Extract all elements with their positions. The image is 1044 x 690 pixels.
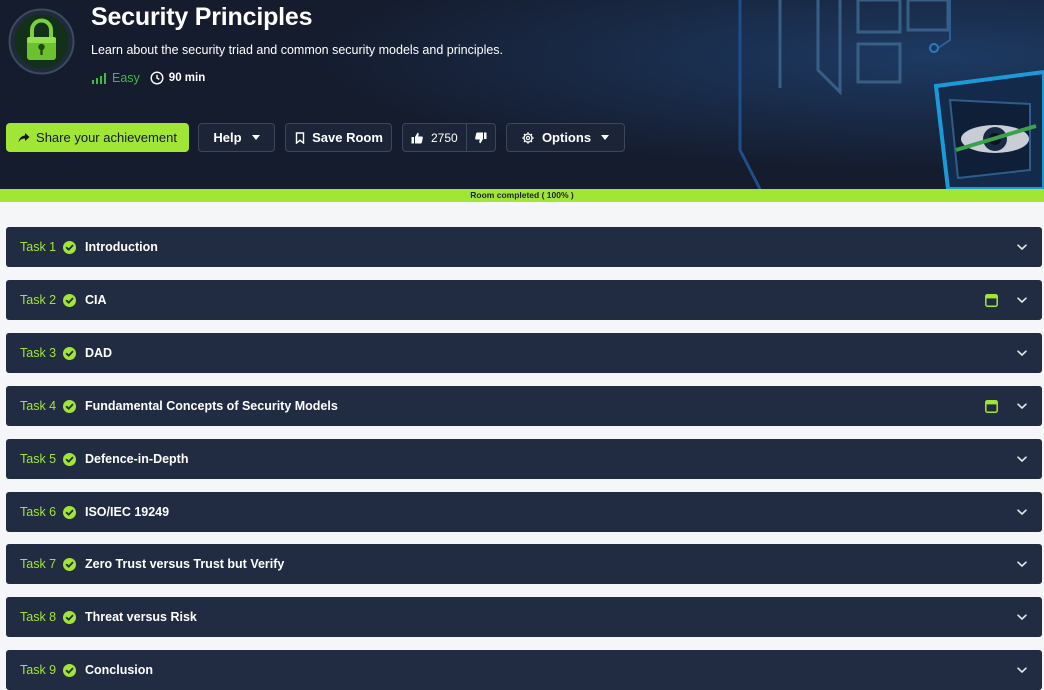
help-dropdown-button[interactable]: Help [198, 123, 275, 152]
task-title: DAD [85, 346, 113, 360]
task-number: Task 1 [20, 240, 57, 254]
room-progress-bar: Room completed ( 100% ) [0, 189, 1044, 202]
like-button[interactable]: 2750 [403, 124, 467, 151]
check-circle-icon [63, 346, 76, 360]
task-title: Threat versus Risk [85, 610, 197, 624]
task-number: Task 6 [20, 505, 57, 519]
share-achievement-label: Share your achievement [36, 130, 177, 145]
check-circle-icon [63, 293, 76, 307]
chevron-down-icon[interactable] [1016, 347, 1028, 359]
task-title: Introduction [85, 240, 158, 254]
thumbs-down-icon [474, 132, 487, 143]
options-label: Options [541, 130, 592, 145]
check-circle-icon [63, 663, 76, 677]
check-circle-icon [63, 240, 76, 254]
task-number: Task 4 [20, 399, 57, 413]
calculator-icon [985, 399, 998, 413]
difficulty-label: Easy [112, 71, 140, 85]
check-circle-icon [63, 399, 76, 413]
task-title: Zero Trust versus Trust but Verify [85, 557, 285, 571]
chevron-down-icon[interactable] [1016, 400, 1028, 412]
check-circle-icon [63, 610, 76, 624]
task-title: Conclusion [85, 663, 154, 677]
clock-icon [150, 71, 164, 85]
room-title: Security Principles [91, 3, 313, 31]
task-number: Task 8 [20, 610, 57, 624]
task-row[interactable]: Task 2 CIA [6, 280, 1042, 320]
vote-group: 2750 [402, 123, 496, 152]
save-room-button[interactable]: Save Room [285, 123, 392, 152]
progress-label: Room completed ( 100% ) [470, 190, 574, 200]
chevron-down-icon[interactable] [1016, 453, 1028, 465]
task-row[interactable]: Task 7 Zero Trust versus Trust but Verify [6, 544, 1042, 584]
chevron-down-icon[interactable] [1016, 558, 1028, 570]
room-header: Security Principles Learn about the secu… [0, 0, 1044, 189]
like-count: 2750 [431, 130, 458, 145]
signal-bars-icon [92, 72, 106, 84]
task-title: Fundamental Concepts of Security Models [85, 399, 338, 413]
task-number: Task 2 [20, 293, 57, 307]
calculator-icon [985, 293, 998, 307]
dislike-button[interactable] [467, 124, 495, 151]
caret-down-icon [601, 135, 610, 140]
options-dropdown-button[interactable]: Options [506, 123, 625, 152]
chevron-down-icon[interactable] [1016, 241, 1028, 253]
task-title: ISO/IEC 19249 [85, 505, 170, 519]
share-achievement-button[interactable]: Share your achievement [6, 123, 189, 152]
task-row[interactable]: Task 3 DAD [6, 333, 1042, 373]
task-number: Task 5 [20, 452, 57, 466]
thumbs-up-icon [411, 132, 423, 143]
task-row[interactable]: Task 1 Introduction [6, 227, 1042, 267]
task-row[interactable]: Task 8 Threat versus Risk [6, 597, 1042, 637]
duration-label: 90 min [168, 72, 206, 84]
chevron-down-icon[interactable] [1016, 664, 1028, 676]
check-circle-icon [63, 505, 76, 519]
caret-down-icon [251, 135, 260, 140]
help-label: Help [213, 130, 242, 145]
gear-icon [522, 131, 534, 144]
bookmark-icon [295, 131, 305, 144]
task-number: Task 9 [20, 663, 57, 677]
check-circle-icon [63, 557, 76, 571]
task-number: Task 7 [20, 557, 57, 571]
chevron-down-icon[interactable] [1016, 506, 1028, 518]
task-title: Defence-in-Depth [85, 452, 189, 466]
room-description: Learn about the security triad and commo… [91, 43, 504, 57]
task-row[interactable]: Task 6 ISO/IEC 19249 [6, 492, 1042, 532]
chevron-down-icon[interactable] [1016, 611, 1028, 623]
share-arrow-icon [18, 132, 30, 142]
room-padlock-icon [8, 8, 75, 75]
task-row[interactable]: Task 5 Defence-in-Depth [6, 439, 1042, 479]
task-row[interactable]: Task 9 Conclusion [6, 650, 1042, 690]
task-title: CIA [85, 293, 107, 307]
room-meta: Easy 90 min [92, 71, 205, 85]
task-row[interactable]: Task 4 Fundamental Concepts of Security M… [6, 386, 1042, 426]
chevron-down-icon[interactable] [1016, 294, 1028, 306]
check-circle-icon [63, 452, 76, 466]
save-room-label: Save Room [312, 130, 383, 145]
task-number: Task 3 [20, 346, 57, 360]
